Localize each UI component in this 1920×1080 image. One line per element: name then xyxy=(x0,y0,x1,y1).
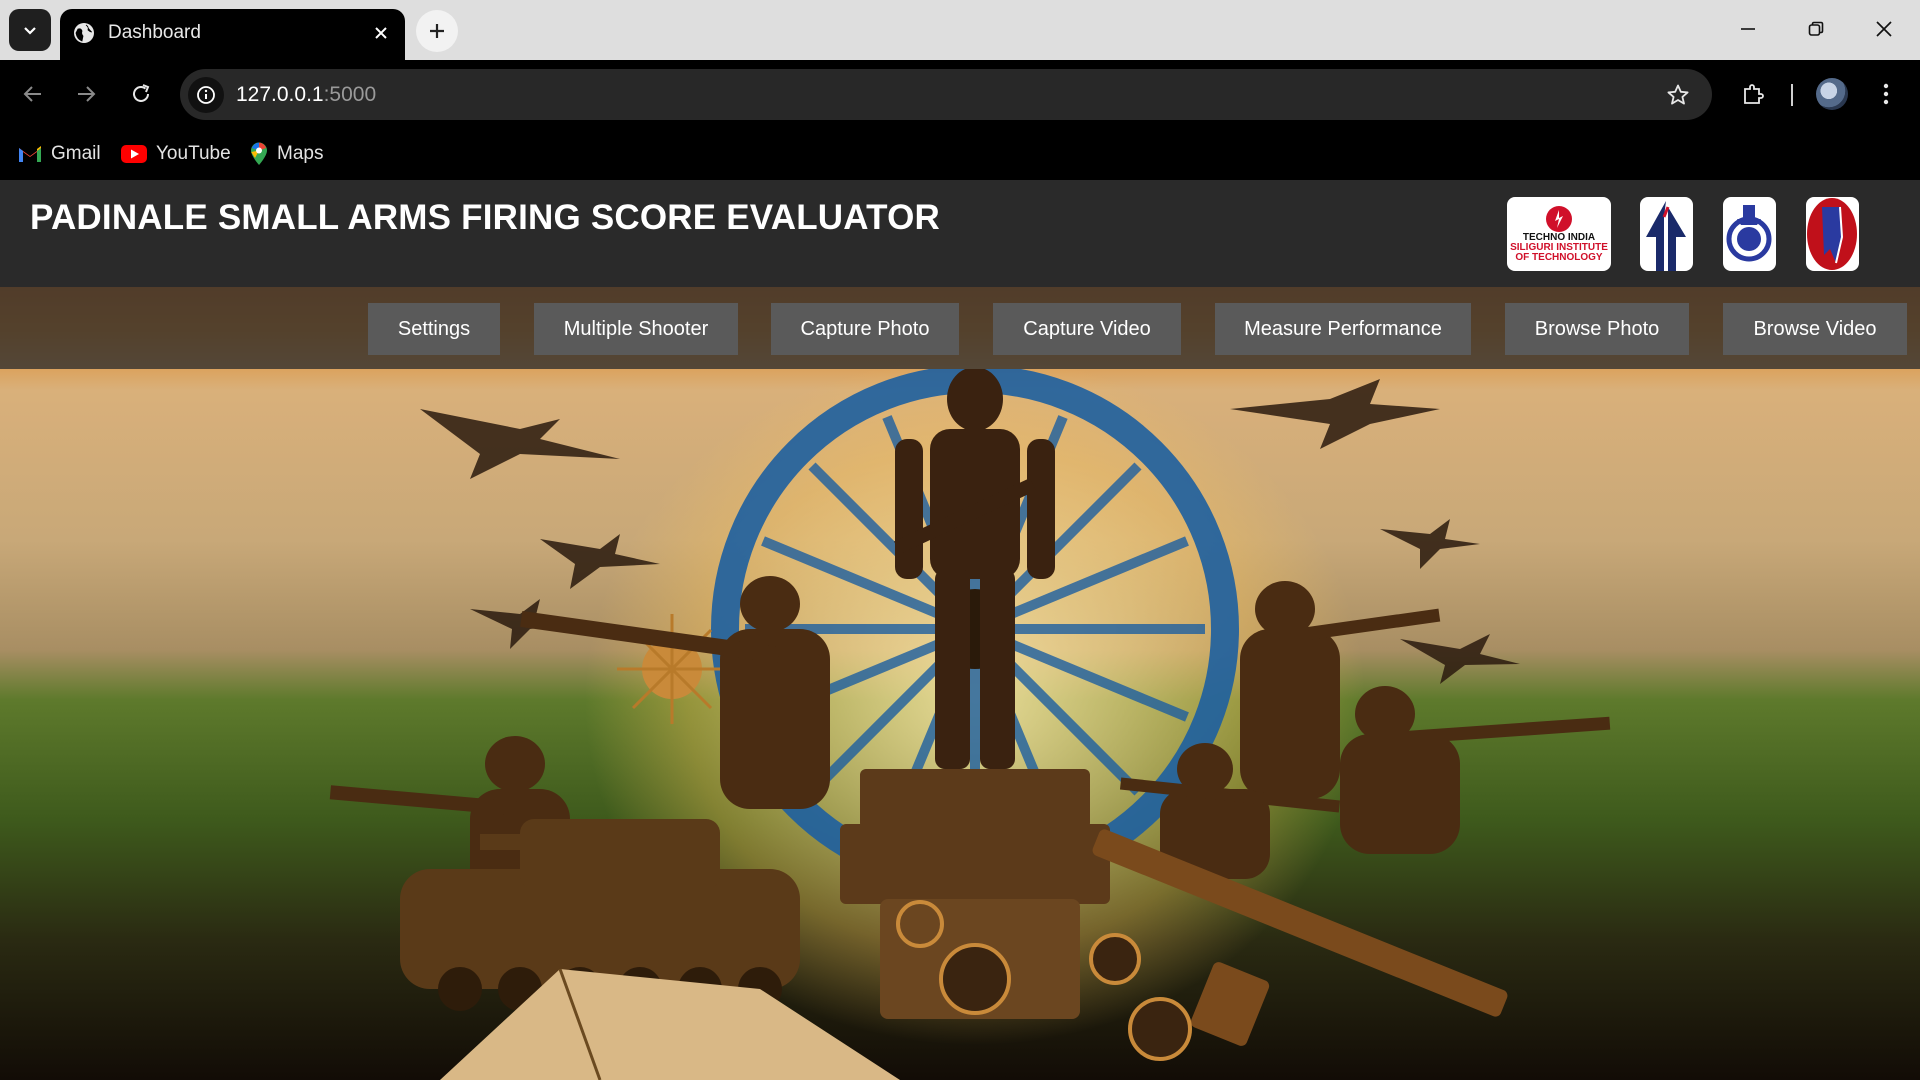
reload-icon xyxy=(133,84,150,102)
globe-icon xyxy=(74,23,94,43)
more-vert-icon xyxy=(1883,83,1889,105)
browse-photo-button[interactable]: Browse Photo xyxy=(1505,303,1689,355)
measure-performance-button[interactable]: Measure Performance xyxy=(1215,303,1471,355)
restore-button[interactable] xyxy=(1782,0,1850,58)
techno-india-text: TECHNO INDIA SILIGURI INSTITUTE OF TECHN… xyxy=(1510,233,1608,263)
back-button[interactable] xyxy=(13,74,53,114)
url-text: 127.0.0.1:5000 xyxy=(236,82,376,108)
page-title: PADINALE SMALL ARMS FIRING SCORE EVALUAT… xyxy=(30,198,940,237)
site-header: PADINALE SMALL ARMS FIRING SCORE EVALUAT… xyxy=(0,180,1920,287)
gmail-icon xyxy=(19,146,41,162)
multiple-shooter-button[interactable]: Multiple Shooter xyxy=(534,303,738,355)
capture-photo-button[interactable]: Capture Photo xyxy=(771,303,959,355)
bookmark-star-button[interactable] xyxy=(1664,81,1692,109)
page-content: PADINALE SMALL ARMS FIRING SCORE EVALUAT… xyxy=(0,180,1920,1080)
puzzle-icon xyxy=(1744,84,1764,104)
close-icon xyxy=(375,27,387,39)
tab-title: Dashboard xyxy=(108,22,201,43)
minimize-icon xyxy=(1741,28,1755,30)
profile-avatar[interactable] xyxy=(1816,78,1848,110)
close-icon xyxy=(1876,21,1892,37)
police-emblem-logo xyxy=(1723,197,1776,271)
restore-icon xyxy=(1808,21,1824,36)
bookmark-gmail[interactable]: Gmail xyxy=(18,140,101,168)
browse-video-button[interactable]: Browse Video xyxy=(1723,303,1907,355)
arrow-right-icon xyxy=(78,86,96,102)
capture-video-button[interactable]: Capture Video xyxy=(993,303,1181,355)
hero-illustration xyxy=(329,369,1611,1080)
toolbar-separator xyxy=(1791,84,1793,106)
new-tab-button[interactable] xyxy=(416,10,458,52)
star-icon xyxy=(1667,84,1689,105)
youtube-icon xyxy=(121,145,147,163)
browser-window: Dashboard 127.0.0.1:5000 Gmail YouTube M… xyxy=(0,0,1920,1080)
arrow-up-icon xyxy=(1646,201,1686,271)
close-window-button[interactable] xyxy=(1850,0,1918,58)
tab-close-button[interactable] xyxy=(369,21,393,45)
techno-india-logo: TECHNO INDIA SILIGURI INSTITUTE OF TECHN… xyxy=(1507,197,1611,271)
bookmark-maps[interactable]: Maps xyxy=(250,140,323,168)
logo-line: OF TECHNOLOGY xyxy=(1515,252,1603,263)
shield-icon xyxy=(1807,198,1857,270)
url-host: 127.0.0.1 xyxy=(236,83,324,106)
bookmark-label: YouTube xyxy=(156,143,231,164)
settings-button[interactable]: Settings xyxy=(368,303,500,355)
site-info-button[interactable] xyxy=(188,77,224,113)
tab-search-button[interactable] xyxy=(9,9,51,51)
tab-dashboard[interactable]: Dashboard xyxy=(60,9,405,60)
flame-icon xyxy=(1546,206,1572,232)
tab-strip: Dashboard xyxy=(0,0,1920,60)
address-bar[interactable]: 127.0.0.1:5000 xyxy=(180,69,1712,120)
browser-toolbar: 127.0.0.1:5000 xyxy=(0,60,1920,128)
bookmark-youtube[interactable]: YouTube xyxy=(121,140,231,168)
main-nav: Settings Multiple Shooter Capture Photo … xyxy=(0,287,1920,369)
url-port: :5000 xyxy=(323,83,377,106)
bookmark-label: Maps xyxy=(277,143,324,164)
plus-icon xyxy=(430,24,444,38)
extensions-button[interactable] xyxy=(1733,74,1773,114)
forward-button[interactable] xyxy=(66,74,106,114)
bookmark-label: Gmail xyxy=(51,143,101,164)
badge-icon xyxy=(1726,205,1772,262)
menu-button[interactable] xyxy=(1866,74,1906,114)
bookmarks-bar: Gmail YouTube Maps xyxy=(0,128,1920,180)
reload-button[interactable] xyxy=(121,74,161,114)
minimize-button[interactable] xyxy=(1714,0,1782,58)
arrow-emblem-logo xyxy=(1640,197,1693,271)
chevron-down-icon xyxy=(24,27,36,35)
red-shield-logo xyxy=(1806,197,1859,271)
maps-icon xyxy=(251,142,267,165)
info-icon xyxy=(197,86,215,104)
arrow-left-icon xyxy=(23,86,41,102)
